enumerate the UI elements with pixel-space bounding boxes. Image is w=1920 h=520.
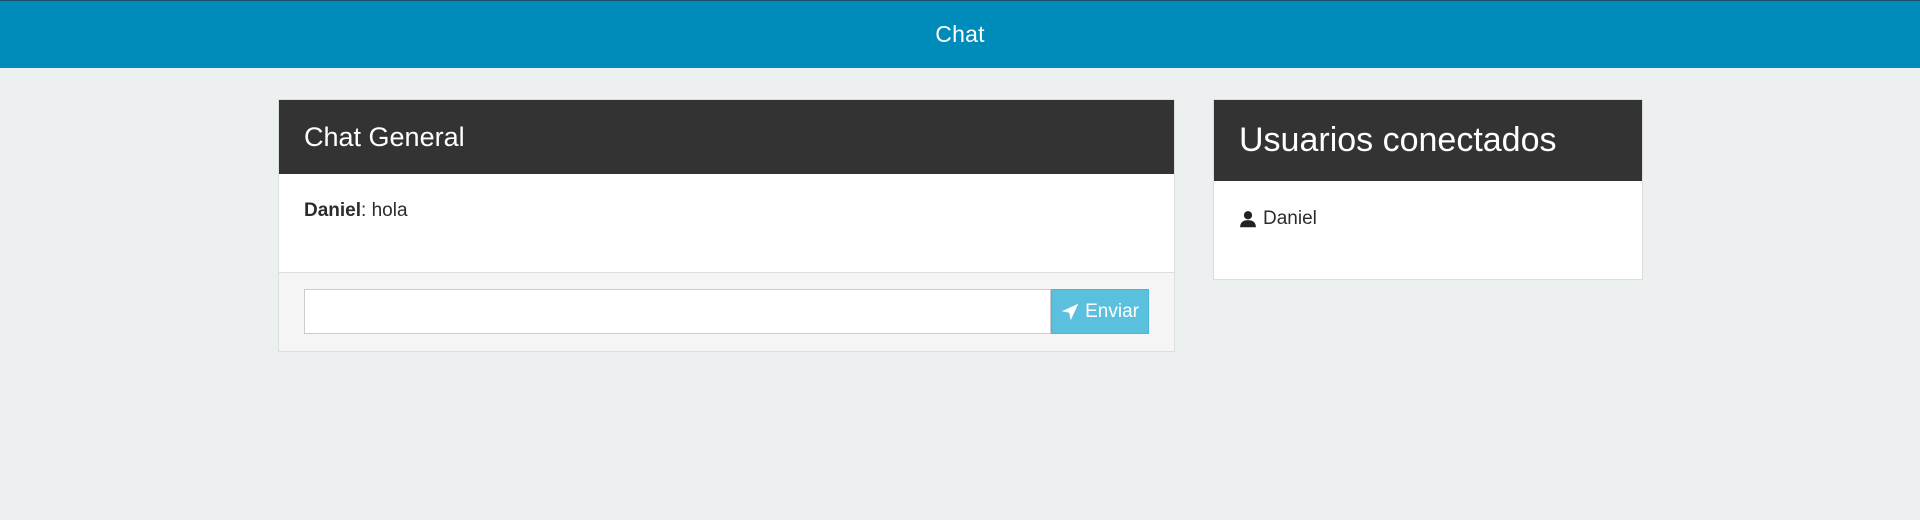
send-button-label: Enviar <box>1085 300 1139 322</box>
user-list-item: Daniel <box>1239 208 1617 230</box>
app-title: Chat <box>935 21 985 47</box>
send-button[interactable]: Enviar <box>1051 289 1149 334</box>
users-panel: Usuarios conectados Daniel <box>1213 99 1643 280</box>
top-navbar: Chat <box>0 0 1920 68</box>
paper-plane-icon <box>1061 303 1079 321</box>
chat-input-bar: Enviar <box>279 272 1174 351</box>
message-input[interactable] <box>304 289 1052 334</box>
users-panel-heading: Usuarios conectados <box>1214 100 1642 181</box>
chat-title: Chat General <box>304 121 465 152</box>
users-list: Daniel <box>1214 181 1642 230</box>
chat-panel-heading: Chat General <box>279 100 1174 174</box>
chat-messages: Daniel: hola <box>279 174 1174 272</box>
chat-panel: Chat General Daniel: hola Enviar <box>278 99 1175 352</box>
users-title: Usuarios conectados <box>1239 121 1557 159</box>
message-text: hola <box>366 200 408 221</box>
message-author: Daniel <box>304 200 362 221</box>
chat-message: Daniel: hola <box>304 200 1149 222</box>
user-icon <box>1239 210 1257 228</box>
user-name: Daniel <box>1263 208 1317 229</box>
